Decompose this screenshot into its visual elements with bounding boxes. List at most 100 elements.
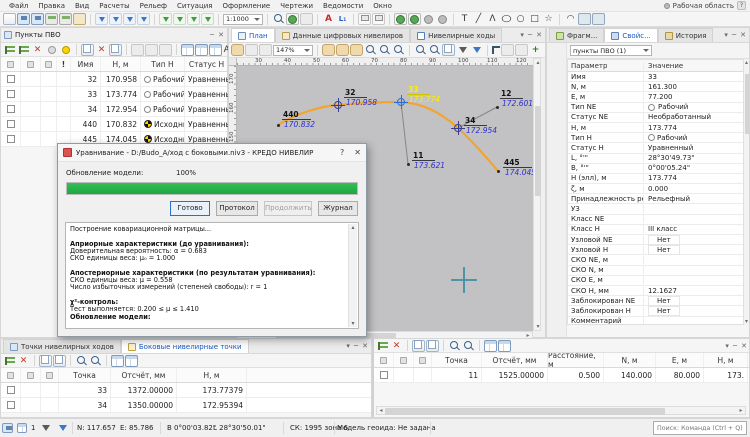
dialog-log[interactable]: Построение ковариационной матрицы... Апр… [65,222,359,329]
minimize-icon[interactable]: ─ [354,342,358,350]
cut-icon[interactable]: ✕ [95,44,108,56]
import-job-icon[interactable] [95,13,108,25]
property-row[interactable]: Статус NEНеобработанный [568,113,744,123]
select-save-icon[interactable] [131,44,144,56]
property-row[interactable]: Статус НУравненный [568,143,744,153]
tab-2[interactable]: Нивелирные ходы [410,28,502,42]
snap-corner-icon[interactable] [492,46,500,54]
close-icon[interactable]: ✕ [741,342,747,350]
import-area-icon[interactable] [123,13,136,25]
scale-combo[interactable]: 1:1000 [223,14,263,25]
object-selector[interactable]: пункты ПВО (1) [570,45,652,56]
chevron-down-icon[interactable]: ▾ [725,342,729,350]
print-preview-icon[interactable] [59,13,72,25]
workspace-control[interactable]: Рабочая область ? [664,1,746,10]
help-icon[interactable]: ? [737,1,746,10]
text-tool-icon[interactable]: T [458,13,471,25]
circle-gray-2-icon[interactable] [436,13,449,25]
checkbox[interactable] [7,105,15,113]
chevron-down-icon[interactable]: ▾ [724,31,728,39]
dialog-button-3[interactable]: Журнал [318,201,358,216]
property-row[interactable]: Тип НРабочий [568,133,744,143]
table-row[interactable]: 33173.774РабочийУравненный [1,87,227,102]
dialog-titlebar[interactable]: Уравнивание - D:/Budo_A/ход с боковыми.n… [58,144,366,162]
find-icon[interactable] [75,355,88,367]
tab-1[interactable]: Боковые нивелирные точки [121,339,249,353]
menu-5[interactable]: Ситуация [172,2,217,10]
scroll-down-icon[interactable]: ▾ [743,318,750,325]
table-settings-icon[interactable] [181,44,194,56]
point-marker-440[interactable] [277,124,280,127]
close-icon[interactable]: ✕ [740,31,746,39]
table-row[interactable]: 341350.00000172.95394 [1,398,371,413]
chevron-down-icon[interactable]: ▾ [520,31,524,39]
new-file-icon[interactable] [3,13,16,25]
table-cut-icon[interactable] [125,355,138,367]
menu-2[interactable]: Вид [70,2,94,10]
bulb-off-icon[interactable] [45,44,58,56]
checkbox[interactable] [7,75,15,83]
point-marker-12[interactable] [496,106,499,109]
select-contour-icon[interactable] [245,44,258,56]
table-cut-icon[interactable] [195,44,208,56]
minimize-icon[interactable]: ─ [528,31,532,39]
vscroll-thumb[interactable] [535,106,541,196]
bottom-right-hscrollbar[interactable]: ◂ ▸ [376,406,746,415]
property-row[interactable]: E, м77.200 [568,92,744,102]
dialog-button-1[interactable]: Протокол [216,201,258,216]
import-points-icon[interactable] [109,13,122,25]
print-icon[interactable] [45,13,58,25]
checkbox[interactable] [7,120,15,128]
checkbox[interactable] [7,90,15,98]
save-all-icon[interactable] [31,13,44,25]
property-row[interactable]: B, °'"0°00'05.24" [568,164,744,174]
insert-node-icon[interactable] [376,340,389,352]
menu-8[interactable]: Ведомости [318,2,368,10]
checkbox[interactable] [380,371,388,379]
table-row[interactable]: 331372.00000173.77379 [1,383,371,398]
property-row[interactable]: Н (элл), м173.774 [568,174,744,184]
insert-node-icon[interactable] [3,44,16,56]
sort-updown-icon[interactable] [300,13,313,25]
checkbox[interactable] [7,135,15,143]
web-map-icon[interactable] [286,13,299,25]
property-row[interactable]: Узловой NEНет [568,235,744,245]
menu-3[interactable]: Расчеты [94,2,134,10]
menu-7[interactable]: Чертежи [275,2,318,10]
table-row[interactable]: 440170.832ИсходныйУравненный [1,117,227,132]
export-txt-icon[interactable] [201,13,214,25]
select-lasso-icon[interactable] [259,44,272,56]
log-scrollbar[interactable]: ▴▾ [348,224,357,327]
property-row[interactable]: N, м161.300 [568,82,744,92]
zoom-out-icon[interactable] [378,44,391,56]
delete-icon[interactable]: ✕ [31,44,44,56]
circle-tool-icon[interactable]: ○ [514,13,527,25]
polygon-tool-icon[interactable]: ☆ [542,13,555,25]
menu-0[interactable]: Файл [4,2,33,10]
status-layers-icon[interactable] [17,423,27,433]
circle-green-1-icon[interactable] [394,13,407,25]
table-settings-icon[interactable] [111,355,124,367]
hand-3-icon[interactable] [350,44,363,56]
scroll-up-icon[interactable]: ▴ [351,224,354,231]
find-icon[interactable] [448,340,461,352]
table-row[interactable]: 32170.958РабочийУравненный [1,72,227,87]
point-marker-32[interactable] [334,101,342,109]
paste-icon[interactable] [426,340,439,352]
point-marker-11[interactable] [407,163,410,166]
property-row[interactable]: УЗ [568,204,744,214]
scroll-down-icon[interactable]: ▾ [534,323,542,330]
insert-node-alt-icon[interactable] [17,44,30,56]
select-add-icon[interactable] [145,44,158,56]
tab-1[interactable]: Свойс... [604,28,657,42]
point-marker-34[interactable] [454,124,462,132]
properties-scroll-thumb[interactable] [745,74,749,134]
snap-rect-icon[interactable] [515,44,528,56]
ellipse-tool-icon[interactable]: ○ [498,13,516,25]
scroll-down-icon[interactable]: ▾ [351,320,354,327]
checkbox[interactable] [7,401,15,409]
hscroll-thumb[interactable] [385,408,665,415]
menu-1[interactable]: Правка [33,2,70,10]
property-row[interactable]: Н, м173.774 [568,123,744,133]
rect-tool-icon[interactable]: □ [528,13,541,25]
